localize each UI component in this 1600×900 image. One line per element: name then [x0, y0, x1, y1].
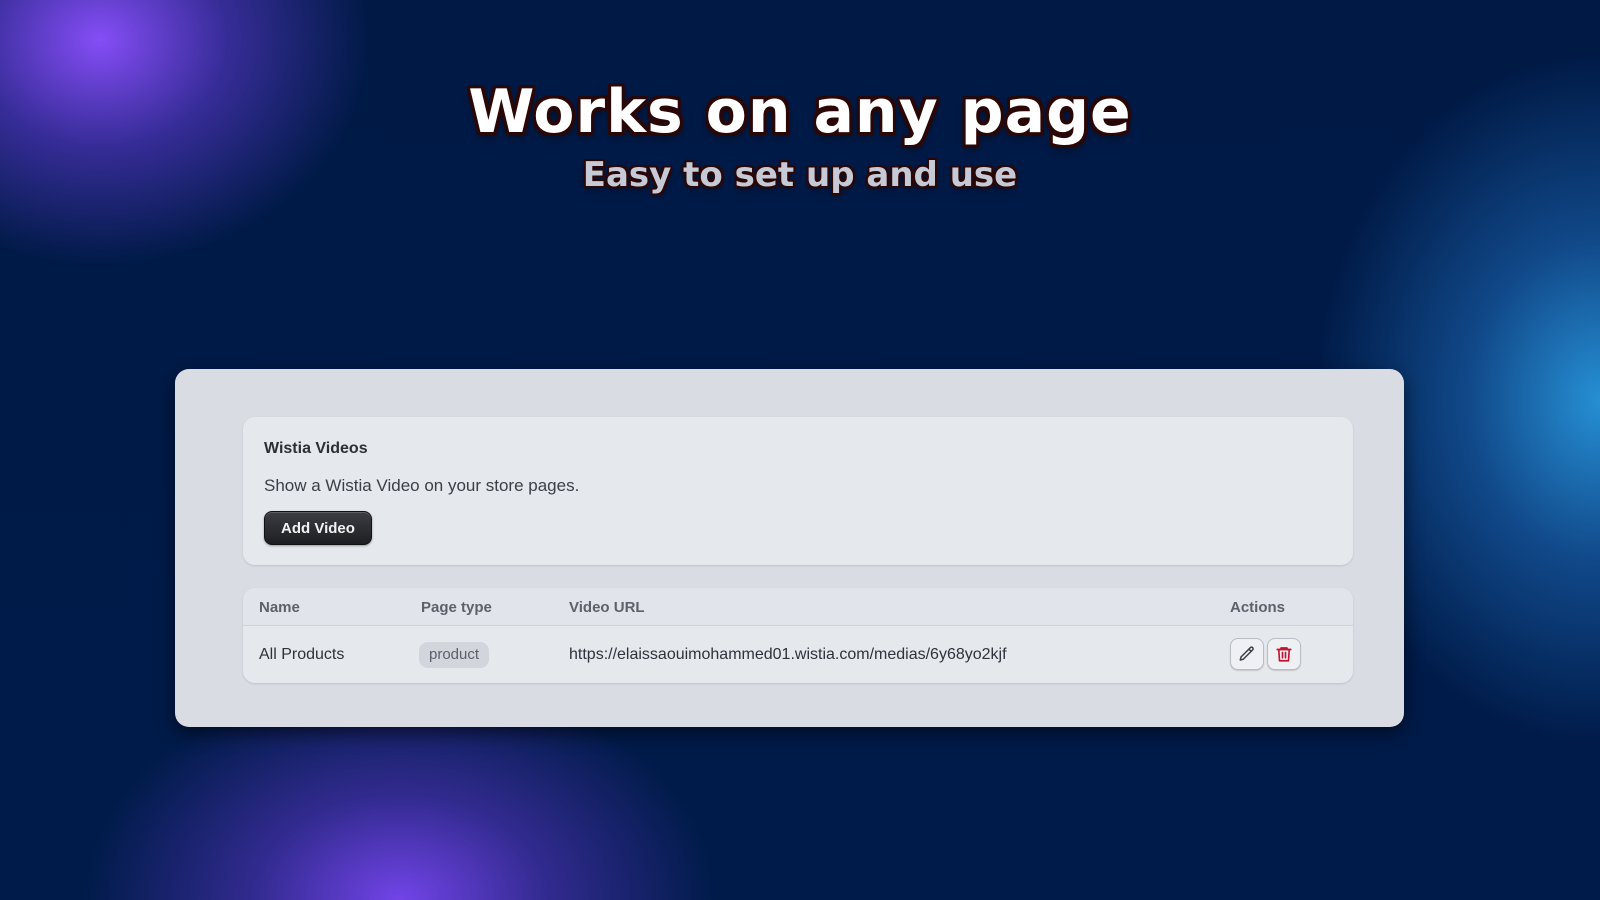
row-video-url: https://elaissaouimohammed01.wistia.com/…: [569, 646, 1007, 663]
app-panel: Wistia Videos Show a Wistia Video on you…: [175, 369, 1404, 727]
delete-button[interactable]: [1267, 638, 1301, 670]
column-header-name: Name: [259, 599, 300, 616]
edit-button[interactable]: [1230, 638, 1264, 670]
card-description: Show a Wistia Video on your store pages.: [264, 476, 580, 495]
trash-icon: [1276, 647, 1292, 662]
wistia-videos-card: Wistia Videos Show a Wistia Video on you…: [243, 417, 1353, 565]
table-header: Name Page type Video URL Actions: [243, 588, 1353, 626]
pencil-icon: [1239, 646, 1254, 661]
column-header-actions: Actions: [1230, 599, 1286, 616]
videos-table: Name Page type Video URL Actions All Pro…: [243, 588, 1353, 683]
hero: Works on any page Easy to set up and use: [0, 72, 1600, 198]
hero-title: Works on any page: [468, 77, 1132, 147]
row-name: All Products: [259, 646, 345, 663]
hero-subtitle: Easy to set up and use: [582, 155, 1018, 195]
column-header-video-url: Video URL: [569, 599, 645, 616]
column-header-page-type: Page type: [421, 599, 492, 616]
page-type-badge: product: [419, 642, 490, 668]
add-video-button[interactable]: Add Video: [264, 511, 372, 545]
table-row: All Products product https://elaissaouim…: [243, 626, 1353, 683]
card-title: Wistia Videos: [264, 440, 368, 457]
